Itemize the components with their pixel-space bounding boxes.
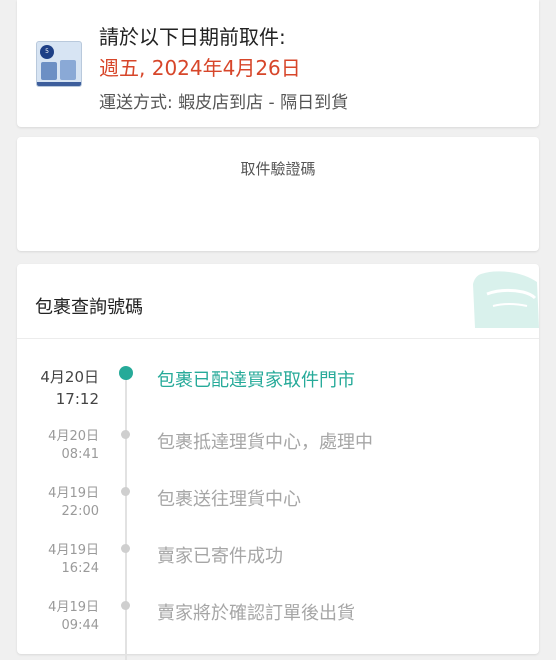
event-datetime: 4月19日 16:24 [48, 543, 99, 576]
timeline-event: 4月19日 09:44 賣家將於確認訂單後出貨 [17, 587, 539, 643]
tracking-title: 包裹查詢號碼 [35, 297, 143, 318]
timeline-dot [121, 601, 130, 610]
timeline-event: 4月19日 22:00 包裹送往理貨中心 [17, 473, 539, 529]
timeline-event: 4月20日 17:12 包裹已配達買家取件門市 [17, 338, 539, 408]
timeline-dot-active [119, 366, 133, 380]
product-thumbnail: 5 [36, 41, 82, 87]
thumbnail-badge: 5 [40, 45, 54, 59]
event-status: 包裹已配達買家取件門市 [157, 370, 355, 391]
event-status: 包裹送往理貨中心 [157, 489, 301, 510]
timeline-dot [121, 430, 130, 439]
pickup-deadline-card: 5 請於以下日期前取件: 週五, 2024年4月26日 運送方式: 蝦皮店到店 … [17, 0, 539, 127]
tracking-header: 包裹查詢號碼 [17, 264, 539, 339]
timeline-dot [121, 544, 130, 553]
event-status: 賣家已寄件成功 [157, 546, 283, 567]
pickup-deadline-date: 週五, 2024年4月26日 [99, 56, 301, 80]
timeline-event: 4月20日 08:41 包裹抵達理貨中心，處理中 [17, 416, 539, 472]
pickup-title: 請於以下日期前取件: [99, 25, 286, 49]
pickup-code-card: 取件驗證碼 [17, 137, 539, 251]
event-status: 包裹抵達理貨中心，處理中 [157, 432, 373, 453]
event-status: 賣家將於確認訂單後出貨 [157, 603, 355, 624]
timeline-event: 4月19日 16:24 賣家已寄件成功 [17, 530, 539, 586]
pickup-code-label: 取件驗證碼 [240, 160, 316, 178]
event-datetime: 4月20日 17:12 [40, 368, 99, 408]
event-datetime: 4月19日 09:44 [48, 600, 99, 633]
event-datetime: 4月20日 08:41 [48, 429, 99, 462]
timeline-dot [121, 487, 130, 496]
package-illustration-icon [473, 271, 539, 328]
shipping-method: 運送方式: 蝦皮店到店 - 隔日到貨 [99, 93, 349, 113]
tracking-card: 包裹查詢號碼 4月20日 17:12 包裹已配達買家取件門市 4月20日 08:… [17, 264, 539, 660]
event-datetime: 4月19日 22:00 [48, 486, 99, 519]
